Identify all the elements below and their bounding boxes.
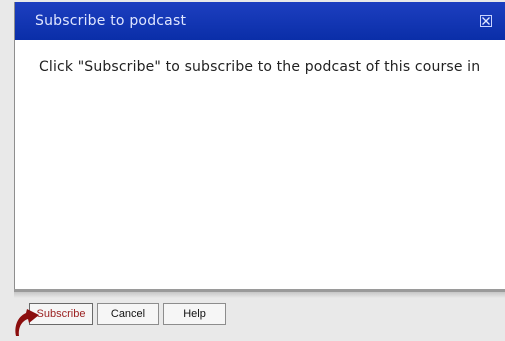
dialog-content: Click "Subscribe" to subscribe to the po… bbox=[15, 40, 505, 289]
dialog-titlebar[interactable]: Subscribe to podcast bbox=[15, 2, 505, 40]
dialog-title: Subscribe to podcast bbox=[35, 13, 187, 29]
pointer-arrow-icon bbox=[15, 309, 40, 336]
subscribe-dialog: Subscribe to podcast Click "Subscribe" t… bbox=[14, 2, 505, 289]
help-button[interactable]: Help bbox=[163, 303, 226, 325]
close-icon[interactable] bbox=[480, 15, 492, 27]
subscribe-message: Click "Subscribe" to subscribe to the po… bbox=[39, 59, 481, 75]
cancel-button[interactable]: Cancel bbox=[97, 303, 159, 325]
footer-shadow bbox=[14, 292, 505, 298]
